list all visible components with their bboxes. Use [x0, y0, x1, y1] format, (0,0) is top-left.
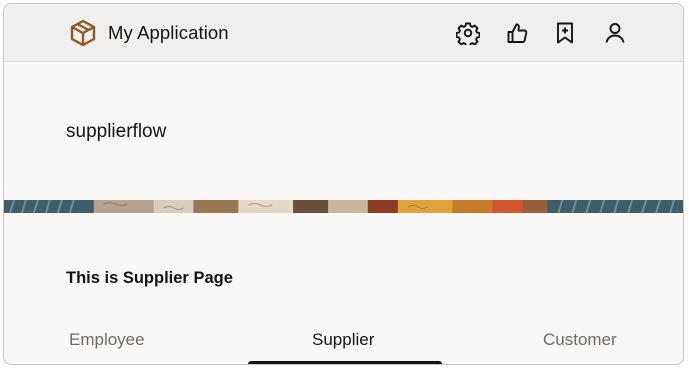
app-header: My Application — [4, 4, 683, 62]
selected-tab-indicator — [248, 361, 442, 364]
decorative-banner — [4, 200, 683, 213]
header-toolbar — [4, 20, 683, 46]
thumbs-up-icon — [507, 23, 528, 43]
tab-employee[interactable]: Employee — [69, 330, 145, 350]
user-icon — [605, 23, 625, 43]
bookmark-add-icon — [557, 22, 573, 44]
bookmark-button[interactable] — [552, 20, 578, 46]
tab-bar: Employee Supplier Customer — [4, 322, 683, 364]
tab-customer[interactable]: Customer — [543, 330, 617, 350]
like-button[interactable] — [504, 20, 530, 46]
gear-icon — [456, 22, 480, 45]
user-profile-button[interactable] — [602, 20, 628, 46]
section-text: This is Supplier Page — [66, 269, 233, 287]
settings-button[interactable] — [455, 20, 481, 46]
tab-supplier[interactable]: Supplier — [312, 330, 374, 350]
app-window: My Application supplierflow This is Supp… — [3, 3, 684, 365]
page-title: supplierflow — [66, 121, 167, 142]
